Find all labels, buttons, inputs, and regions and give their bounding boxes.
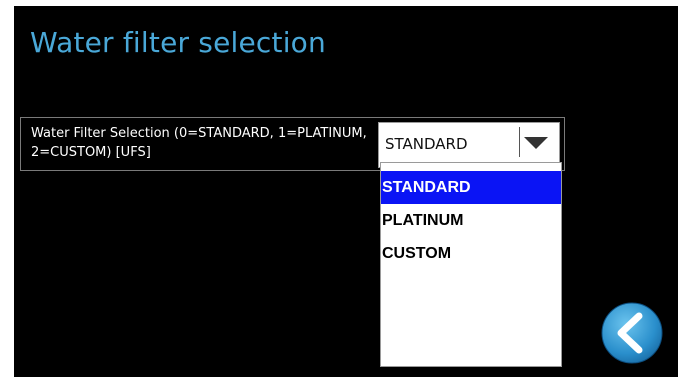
option-standard[interactable]: STANDARD bbox=[381, 171, 561, 204]
chevron-down-icon[interactable] bbox=[524, 137, 548, 149]
device-screen: Water filter selection Water Filter Sele… bbox=[14, 6, 678, 377]
select-divider bbox=[519, 127, 520, 157]
option-custom[interactable]: CUSTOM bbox=[381, 237, 561, 270]
back-button[interactable] bbox=[601, 302, 663, 364]
parameter-label: Water Filter Selection (0=STANDARD, 1=PL… bbox=[31, 126, 367, 160]
dropdown-list: STANDARD PLATINUM CUSTOM bbox=[380, 162, 562, 367]
option-platinum[interactable]: PLATINUM bbox=[381, 204, 561, 237]
select-value: STANDARD bbox=[385, 135, 468, 153]
chevron-left-icon bbox=[601, 302, 663, 364]
page-title: Water filter selection bbox=[30, 26, 326, 59]
